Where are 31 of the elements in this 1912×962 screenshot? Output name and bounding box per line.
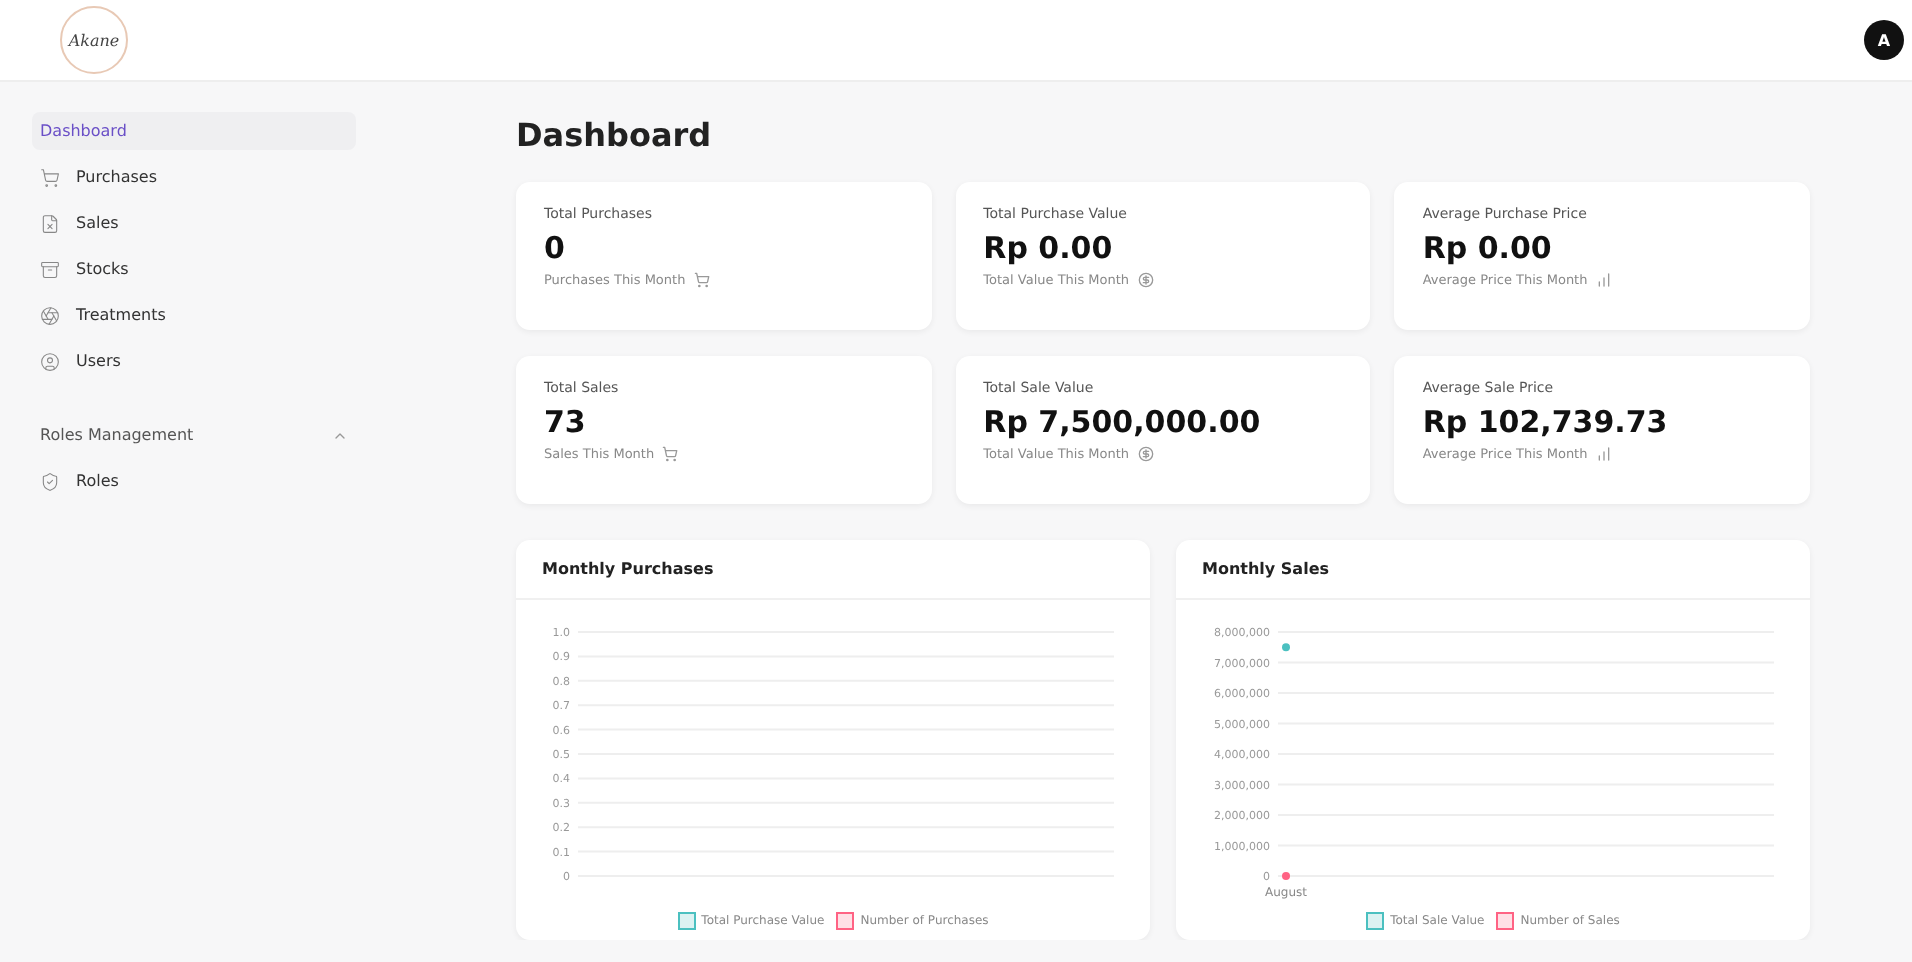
- sidebar-item-icon: [40, 213, 60, 233]
- sidebar-item-icon: [40, 305, 60, 325]
- stat-icon: [693, 272, 710, 288]
- sidebar-item-icon: [40, 259, 60, 279]
- user-avatar[interactable]: A: [1864, 20, 1904, 60]
- sidebar-item-icon: [40, 167, 60, 187]
- sidebar-item[interactable]: Users: [32, 342, 356, 380]
- sidebar-item[interactable]: Dashboard: [32, 112, 356, 150]
- stat-icon: [1595, 272, 1612, 288]
- stat-icon: [1137, 446, 1154, 462]
- stat-icon: [1137, 272, 1154, 288]
- sidebar-item[interactable]: Purchases: [32, 158, 356, 196]
- chart-title: Monthly Purchases: [516, 540, 1150, 600]
- stat-value: Rp 0.00: [983, 230, 1115, 266]
- section-title: Roles Management: [40, 426, 194, 444]
- logo: Akane: [60, 6, 128, 74]
- sidebar-item-icon: [40, 351, 60, 371]
- stat-icon: [662, 446, 679, 462]
- stat-value: 0: [544, 230, 567, 266]
- sidebar-item[interactable]: Treatments: [32, 296, 356, 334]
- chart-title: Monthly Sales: [1176, 540, 1810, 600]
- stat-value: Rp 7,500,000.00: [983, 404, 1263, 440]
- sidebar-item[interactable]: Sales: [32, 204, 356, 242]
- stat-value: 73: [544, 404, 588, 440]
- stat-value: Rp 102,739.73: [1422, 404, 1670, 440]
- stat-icon: [1595, 446, 1612, 462]
- stat-value: Rp 0.00: [1422, 230, 1554, 266]
- sidebar-item[interactable]: Roles: [32, 462, 356, 500]
- sidebar-item[interactable]: Stocks: [32, 250, 356, 288]
- shield-icon: [40, 471, 60, 491]
- page-title: Dashboard: [516, 116, 714, 154]
